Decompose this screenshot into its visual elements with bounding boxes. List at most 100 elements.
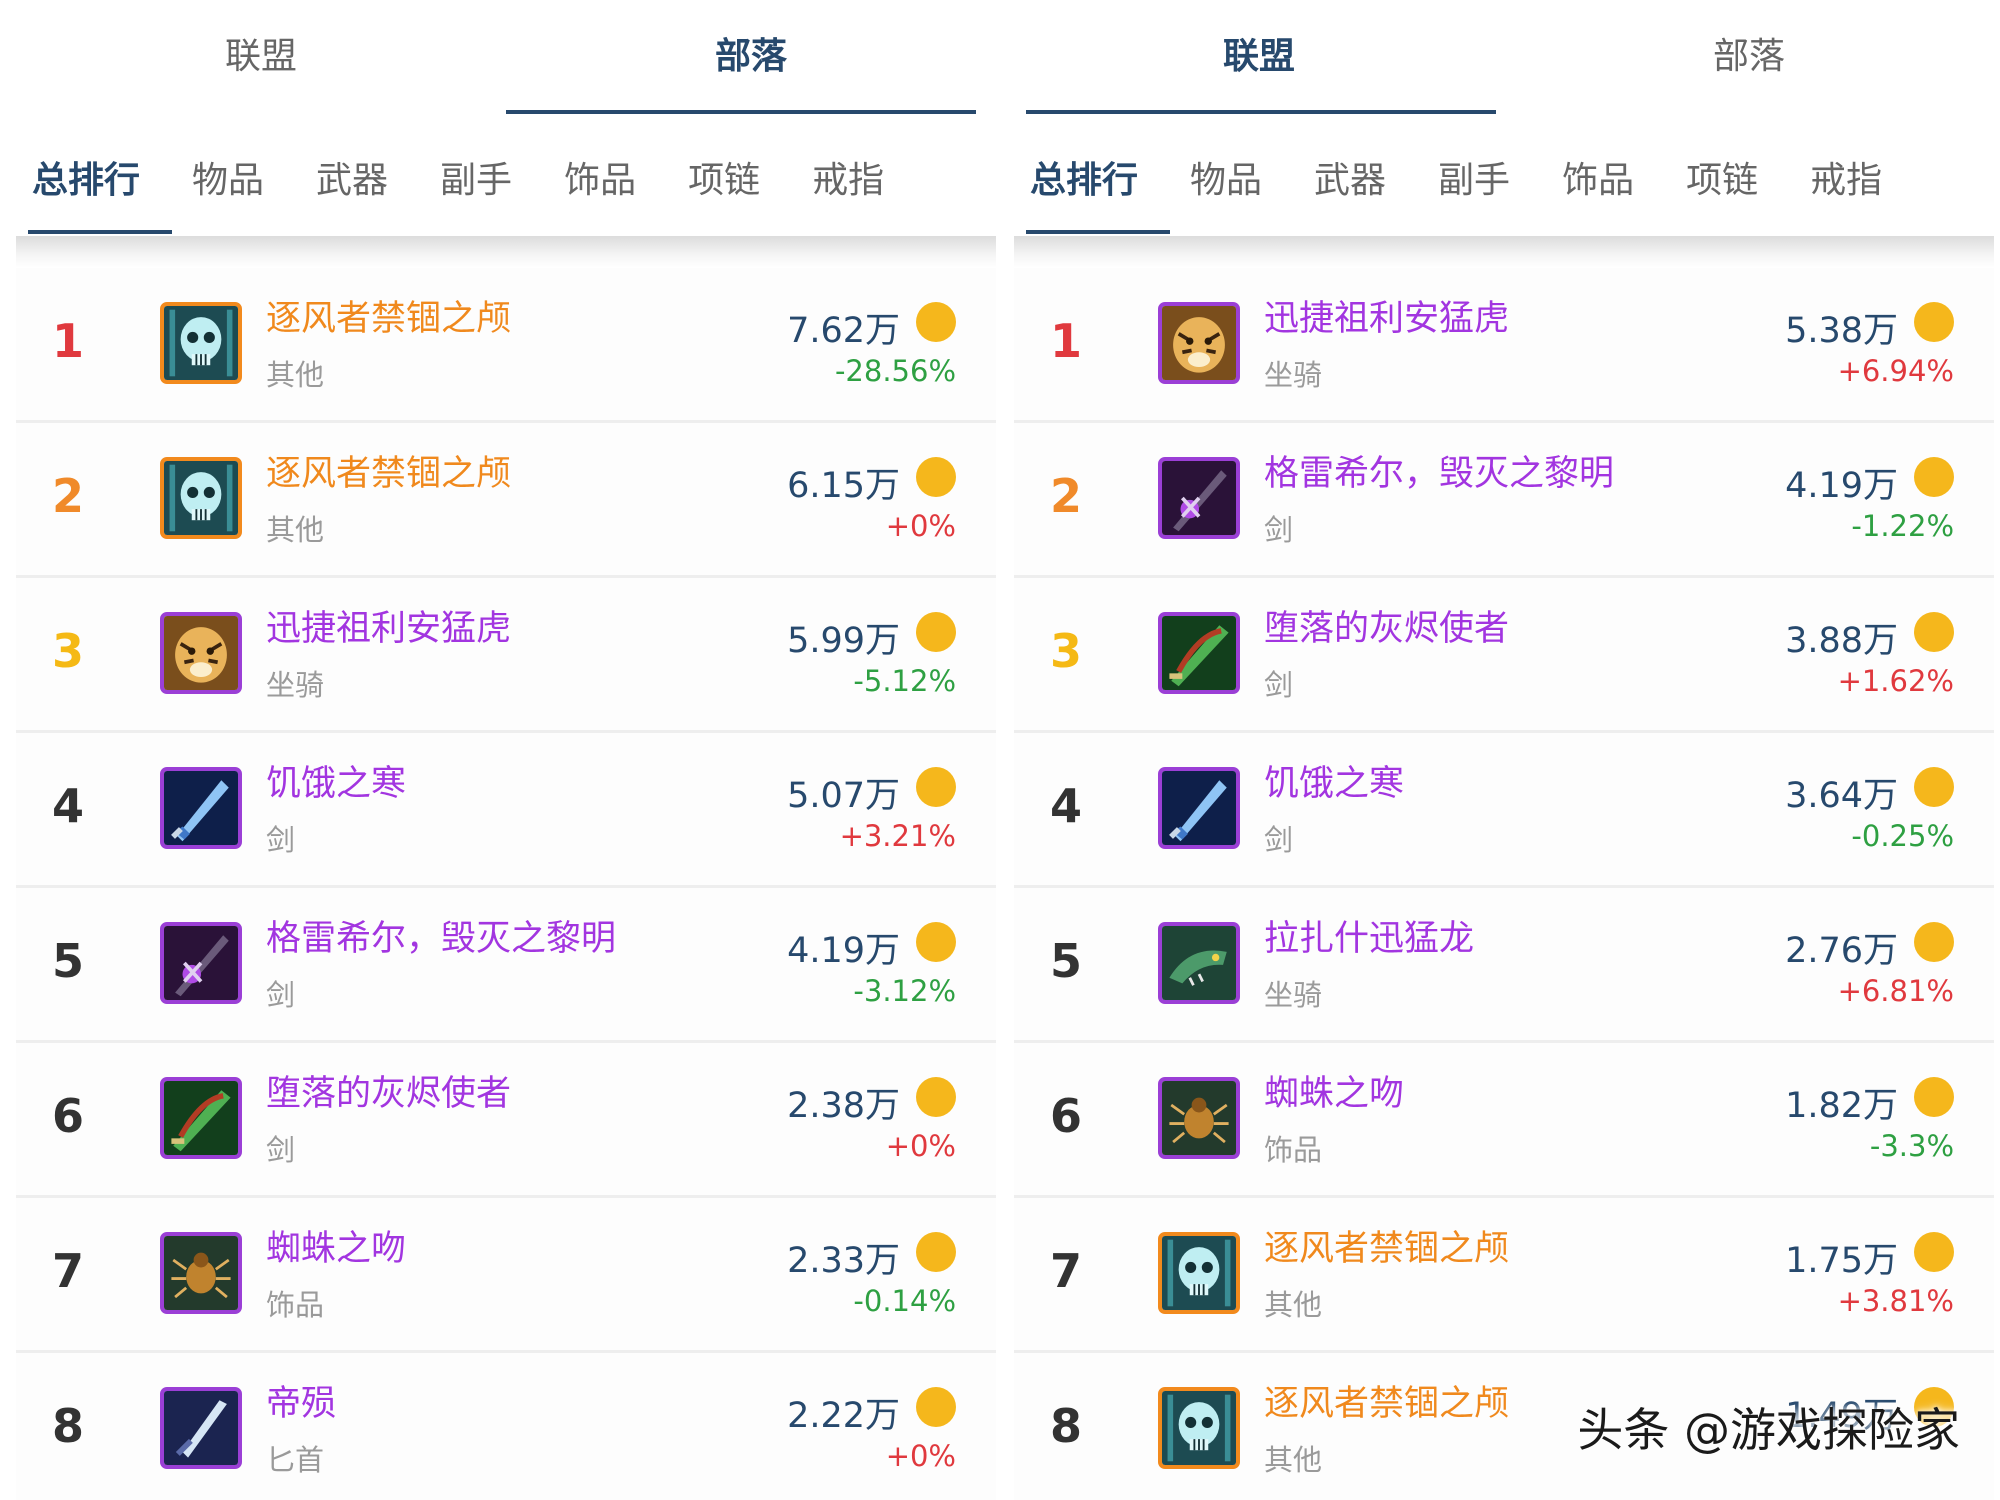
- tab-horde[interactable]: 部落: [1504, 0, 1994, 118]
- tab-alliance[interactable]: 联盟: [1014, 0, 1504, 118]
- rank-number: 2: [1050, 469, 1083, 523]
- ranking-row[interactable]: 1 逐风者禁锢之颅 其他 7.62万 -28.56%: [16, 268, 996, 423]
- rank-number: 5: [1050, 934, 1083, 988]
- faction-tab-indicator: [506, 110, 976, 114]
- item-price: 7.62万: [787, 311, 900, 351]
- header-shadow: [16, 236, 996, 268]
- item-name: 迅捷祖利安猛虎: [1264, 299, 1510, 339]
- ranking-row[interactable]: 3 迅捷祖利安猛虎 坐骑 5.99万 -5.12%: [16, 578, 996, 733]
- screenshot-page: 联盟 部落 总排行 物品 武器 副手 饰品 项链 戒指 1 逐风者禁锢之颅 其他 7.62万 -28.56…: [0, 0, 2000, 1500]
- tab-items[interactable]: 物品: [192, 151, 264, 203]
- rank-number: 7: [1050, 1244, 1083, 1298]
- item-category: 其他: [1264, 1288, 1323, 1322]
- price-change: +1.62%: [1837, 664, 1954, 698]
- rank-number: 5: [52, 934, 85, 988]
- tab-weapons[interactable]: 武器: [1314, 151, 1386, 203]
- item-price: 4.19万: [787, 931, 900, 971]
- price-change: +3.81%: [1837, 1284, 1954, 1318]
- tab-trinkets[interactable]: 饰品: [1562, 151, 1634, 203]
- item-category: 坐骑: [266, 668, 325, 702]
- item-price: 6.15万: [787, 466, 900, 506]
- item-price: 5.99万: [787, 621, 900, 661]
- item-price: 5.38万: [1785, 311, 1898, 351]
- price-change: -3.3%: [1869, 1129, 1954, 1163]
- ranking-row[interactable]: 7 蜘蛛之吻 饰品 2.33万 -0.14%: [16, 1198, 996, 1353]
- green-sword-icon: [160, 1077, 242, 1159]
- gold-coin-icon: [916, 457, 956, 497]
- item-category: 剑: [266, 1133, 296, 1167]
- price-change: +0%: [885, 509, 956, 543]
- rank-number: 7: [52, 1244, 85, 1298]
- tab-overall[interactable]: 总排行: [32, 151, 140, 203]
- item-category: 坐骑: [1264, 978, 1323, 1012]
- gold-coin-icon: [1914, 612, 1954, 652]
- price-change: -28.56%: [834, 354, 956, 388]
- price-change: +6.81%: [1837, 974, 1954, 1008]
- gold-coin-icon: [916, 922, 956, 962]
- item-category: 剑: [1264, 823, 1294, 857]
- price-change: -0.25%: [1851, 819, 1954, 853]
- ranking-row[interactable]: 2 逐风者禁锢之颅 其他 6.15万 +0%: [16, 423, 996, 578]
- category-tabs: 总排行 物品 武器 副手 饰品 项链 戒指: [1014, 118, 1994, 236]
- ranking-row[interactable]: 4 饥饿之寒剑 5.07万 +3.21%: [16, 733, 996, 888]
- tiger-icon: [1158, 302, 1240, 384]
- tab-alliance[interactable]: 联盟: [16, 0, 506, 118]
- price-change: -3.12%: [853, 974, 956, 1008]
- price-change: -5.12%: [853, 664, 956, 698]
- gold-coin-icon: [916, 1232, 956, 1272]
- skull-icon: [1158, 1232, 1240, 1314]
- tab-offhand[interactable]: 副手: [1438, 151, 1510, 203]
- tab-horde[interactable]: 部落: [506, 0, 996, 118]
- gold-coin-icon: [1914, 457, 1954, 497]
- item-price: 3.88万: [1785, 621, 1898, 661]
- item-category: 剑: [266, 978, 296, 1012]
- ranking-row[interactable]: 4 饥饿之寒剑 3.64万 -0.25%: [1014, 733, 1994, 888]
- ranking-row[interactable]: 2 格雷希尔，毁灭之黎明剑 4.19万 -1.22%: [1014, 423, 1994, 578]
- item-category: 匕首: [266, 1443, 325, 1477]
- ranking-row[interactable]: 6 蜘蛛之吻 饰品 1.82万 -3.3%: [1014, 1043, 1994, 1198]
- tab-weapons[interactable]: 武器: [316, 151, 388, 203]
- item-name: 蜘蛛之吻: [1264, 1074, 1405, 1114]
- watermark: 头条 @游戏探险家: [1577, 1403, 1960, 1457]
- item-name: 格雷希尔，毁灭之黎明: [266, 919, 617, 959]
- rank-number: 1: [52, 314, 85, 368]
- tab-trinkets[interactable]: 饰品: [564, 151, 636, 203]
- price-change: -0.14%: [853, 1284, 956, 1318]
- item-price: 3.64万: [1785, 776, 1898, 816]
- ranking-row[interactable]: 5 拉扎什迅猛龙 坐骑 2.76万 +6.81%: [1014, 888, 1994, 1043]
- price-change: -1.22%: [1851, 509, 1954, 543]
- ranking-row[interactable]: 3 堕落的灰烬使者剑 3.88万 +1.62%: [1014, 578, 1994, 733]
- gold-coin-icon: [1914, 767, 1954, 807]
- tab-overall[interactable]: 总排行: [1030, 151, 1138, 203]
- ranking-row[interactable]: 5 格雷希尔，毁灭之黎明剑 4.19万 -3.12%: [16, 888, 996, 1043]
- tab-necklaces[interactable]: 项链: [1686, 151, 1758, 203]
- gold-coin-icon: [1914, 1077, 1954, 1117]
- tab-items[interactable]: 物品: [1190, 151, 1262, 203]
- item-name: 帝殒: [266, 1384, 337, 1424]
- ranking-row[interactable]: 7 逐风者禁锢之颅 其他 1.75万 +3.81%: [1014, 1198, 1994, 1353]
- tab-rings[interactable]: 戒指: [812, 151, 884, 203]
- ranking-list: 1 迅捷祖利安猛虎 坐骑 5.38万 +6.94% 2 格雷希尔，毁灭之黎明剑 4.19万 -1…: [1014, 268, 1994, 1500]
- tab-rings[interactable]: 戒指: [1810, 151, 1882, 203]
- gold-coin-icon: [916, 1387, 956, 1427]
- tab-necklaces[interactable]: 项链: [688, 151, 760, 203]
- tab-offhand[interactable]: 副手: [440, 151, 512, 203]
- rank-number: 4: [52, 779, 85, 833]
- item-price: 2.33万: [787, 1241, 900, 1281]
- ranking-row[interactable]: 1 迅捷祖利安猛虎 坐骑 5.38万 +6.94%: [1014, 268, 1994, 423]
- blue-sword-icon: [1158, 767, 1240, 849]
- ranking-row[interactable]: 6 堕落的灰烬使者剑 2.38万 +0%: [16, 1043, 996, 1198]
- ranking-row[interactable]: 8 帝殒 匕首 2.22万 +0%: [16, 1353, 996, 1500]
- faction-tab-indicator: [1026, 110, 1496, 114]
- gold-coin-icon: [916, 767, 956, 807]
- item-price: 5.07万: [787, 776, 900, 816]
- item-name: 格雷希尔，毁灭之黎明: [1264, 454, 1615, 494]
- item-name: 逐风者禁锢之颅: [1264, 1384, 1510, 1424]
- skull-icon: [160, 457, 242, 539]
- ranking-list: 1 逐风者禁锢之颅 其他 7.62万 -28.56% 2 逐风者禁锢之颅 其他 6.15万 +0%…: [16, 268, 996, 1500]
- tiger-icon: [160, 612, 242, 694]
- item-category: 坐骑: [1264, 358, 1323, 392]
- price-change: +0%: [885, 1439, 956, 1473]
- faction-tabs: 联盟 部落: [16, 0, 996, 118]
- item-name: 堕落的灰烬使者: [266, 1074, 512, 1114]
